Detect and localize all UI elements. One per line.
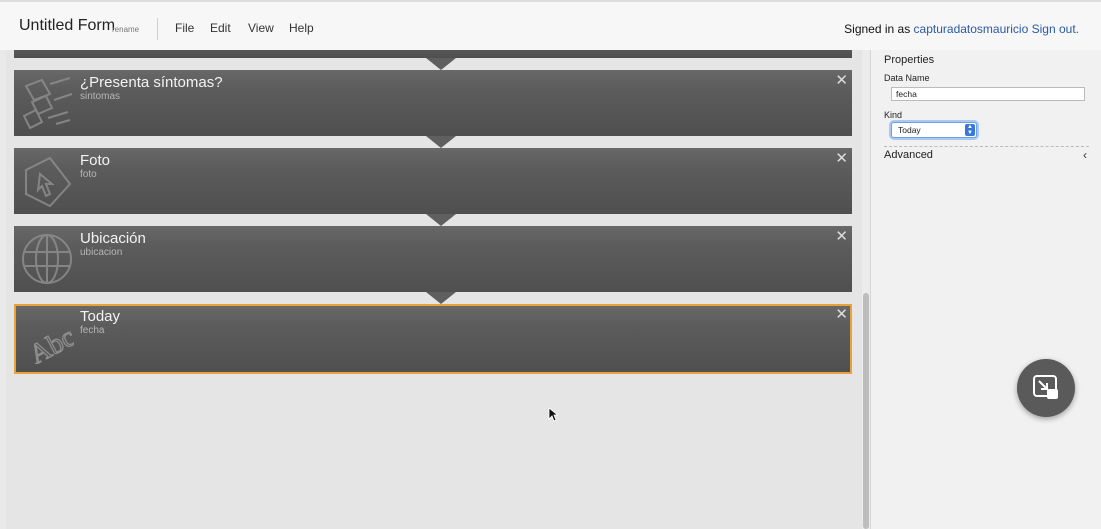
data-name-label: Data Name [884,73,930,83]
close-icon[interactable]: ✕ [835,151,848,166]
kind-select[interactable]: Today ▲ ▼ [891,122,977,138]
mouse-cursor-icon [548,407,558,422]
canvas-scrollbar-thumb[interactable] [863,293,869,529]
sign-out-link[interactable]: Sign out. [1032,22,1079,36]
username-link[interactable]: capturadatosmauricio [914,22,1029,36]
text-abc-icon: Abc [24,321,74,364]
menu-help[interactable]: Help [289,21,314,35]
form-canvas: ¿Presenta síntomas? sintomas ✕ Foto foto… [6,50,862,529]
field-card-ubicacion[interactable]: Ubicación ubicacion ✕ [14,226,852,292]
picture-in-picture-icon [1033,375,1058,399]
title-divider [157,18,158,40]
connector-arrow [426,58,456,70]
connector-arrow [426,214,456,226]
section-divider [884,146,1089,147]
field-data-name: sintomas [80,91,121,102]
kind-select-value: Today [898,125,921,135]
chevron-left-icon[interactable]: ‹ [1083,148,1087,162]
field-data-name: fecha [80,325,105,336]
connector-arrow [426,136,456,148]
data-name-field[interactable] [891,87,1085,101]
field-title: Foto [80,152,111,169]
rename-link[interactable]: rename [112,25,139,34]
connector-arrow [426,292,456,304]
field-data-name: ubicacion [80,247,123,258]
checklist-icon [22,77,73,130]
form-title[interactable]: Untitled Form [19,17,115,35]
photo-cursor-icon [25,156,72,208]
field-card-sintomas[interactable]: ¿Presenta síntomas? sintomas ✕ [14,70,852,136]
field-title: Ubicación [80,230,146,247]
menu-edit[interactable]: Edit [210,21,231,35]
field-data-name: foto [80,169,97,180]
signed-in-status: Signed in as capturadatosmauricio Sign o… [844,22,1079,36]
top-bar: Untitled Form rename File Edit View Help… [0,0,1101,50]
svg-text:Abc: Abc [24,321,74,364]
properties-heading: Properties [884,54,935,66]
properties-panel: Properties Data Name Kind Today ▲▼ Advan… [870,50,1101,529]
exit-pip-button[interactable] [1017,359,1075,417]
menu-view[interactable]: View [248,21,274,35]
close-icon[interactable]: ✕ [835,73,848,88]
globe-icon [22,234,72,284]
field-card-partial[interactable] [14,50,852,58]
advanced-section-toggle[interactable]: Advanced [884,149,933,161]
field-card-foto[interactable]: Foto foto ✕ [14,148,852,214]
signed-in-prefix: Signed in as [844,22,914,36]
field-card-today[interactable]: Abc Today fecha ✕ [14,304,852,374]
field-title: ¿Presenta síntomas? [80,74,223,91]
field-title: Today [80,308,121,325]
close-icon[interactable]: ✕ [835,307,848,322]
select-arrows-icon: ▲ ▼ [965,124,975,136]
kind-label: Kind [884,110,903,120]
close-icon[interactable]: ✕ [835,229,848,244]
menu-file[interactable]: File [175,21,194,35]
